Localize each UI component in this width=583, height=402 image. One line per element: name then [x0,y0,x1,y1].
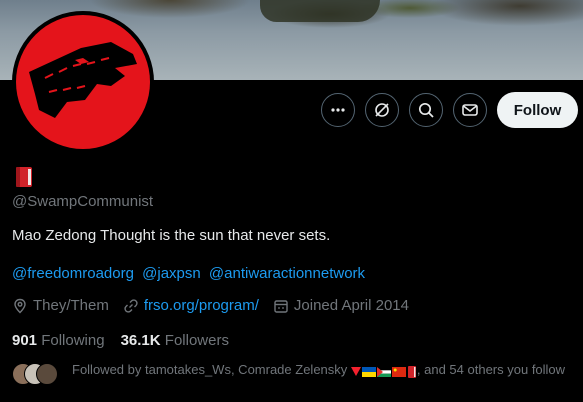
followers-count[interactable]: 36.1K Followers [121,332,229,349]
mention-link[interactable]: @jaxpsn [142,265,201,282]
emoji-flags [350,365,417,378]
followers-number: 36.1K [120,332,161,349]
alligator-avatar-icon [16,15,150,149]
message-icon [462,104,478,116]
message-button[interactable] [453,93,487,127]
avatar [36,363,58,385]
website-item: frso.org/program/ [123,297,259,314]
following-number: 901 [12,332,38,349]
location-pin-icon [14,298,26,313]
palestine-flag-icon [376,366,391,377]
profile-bio: Mao Zedong Thought is the sun that never… [12,227,331,244]
pronouns-text: They/Them [33,297,109,314]
followed-by-text: Followed by tamotakes_Ws, Comrade Zelens… [72,361,572,378]
search-icon [418,102,434,118]
red-book-icon [13,166,35,188]
profile-handle: @SwampCommunist [12,193,154,210]
bio-mentions: @freedomroadorg @jaxpsn @antiwaractionne… [12,265,369,282]
link-icon [124,298,138,313]
followed-by-prefix: Followed by tamotakes_Ws, Comrade Zelens… [72,362,348,377]
more-icon [331,108,345,112]
more-button[interactable] [321,93,355,127]
follow-button[interactable]: Follow [497,92,578,128]
following-label: Following [41,332,105,349]
ukraine-flag-icon [361,366,376,377]
follow-counts: 901 Following 36.1K Followers [12,332,245,349]
website-link[interactable]: frso.org/program/ [144,297,259,314]
red-book-icon [407,365,416,378]
red-triangle-icon [350,367,361,376]
mention-link[interactable]: @freedomroadorg [12,265,134,282]
profile-meta: They/Them frso.org/program/ Joined April… [12,297,423,314]
joined-item: Joined April 2014 [273,297,409,314]
banner-reeds [260,0,380,22]
followers-label: Followers [164,332,229,349]
calendar-icon [274,299,288,313]
followed-by-suffix: , and 54 others you follow [416,362,566,377]
search-button[interactable] [409,93,443,127]
mention-link[interactable]: @antiwaractionnetwork [209,265,365,282]
joined-text: Joined April 2014 [293,297,409,314]
china-flag-icon [391,366,406,377]
followed-by[interactable]: Followed by tamotakes_Ws, Comrade Zelens… [12,361,572,387]
profile-avatar[interactable] [12,11,154,153]
grok-button[interactable] [365,93,399,127]
following-count[interactable]: 901 Following [12,332,105,349]
grok-icon [375,103,389,117]
follower-avatars [12,361,70,387]
pronouns-item: They/Them [12,297,109,314]
